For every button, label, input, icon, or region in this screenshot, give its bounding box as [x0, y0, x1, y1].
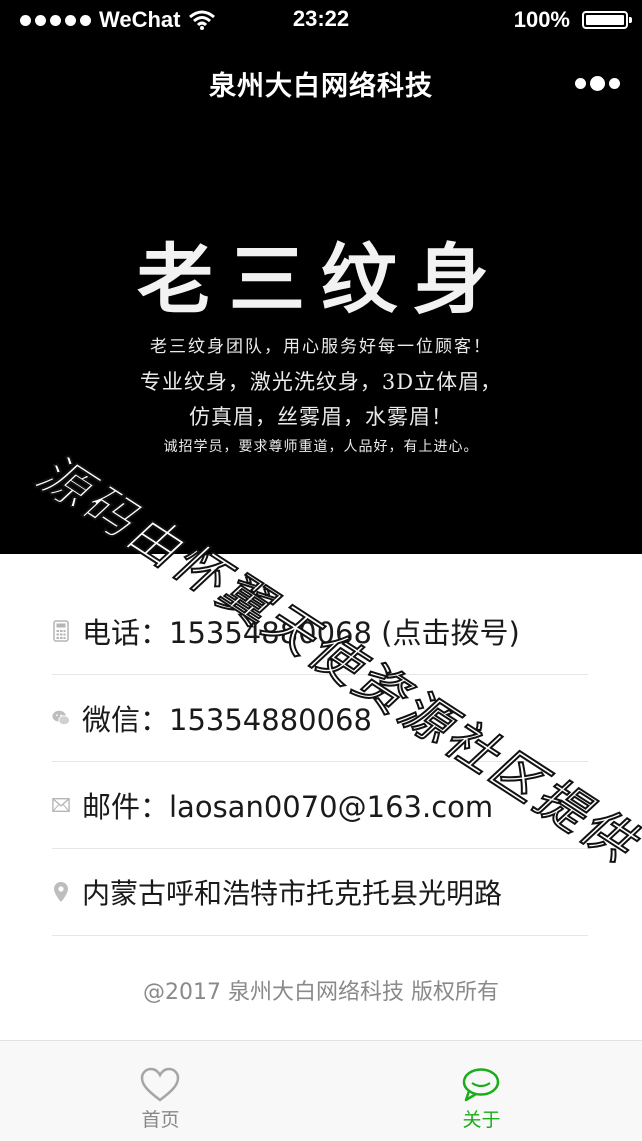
wechat-row[interactable]: 微信：15354880068	[52, 675, 588, 762]
banner-line: 专业纹身，激光洗纹身，3D立体眉，	[139, 370, 503, 394]
chat-bubble-icon	[462, 1068, 500, 1102]
tab-about[interactable]: 关于	[321, 1041, 642, 1141]
status-bar: WeChat 23:22 100%	[0, 0, 642, 40]
phone-text: 电话：15354880068 (点击拨号)	[82, 616, 520, 650]
calculator-icon	[52, 620, 70, 642]
contact-list: 电话：15354880068 (点击拨号) 微信：15354880068 邮件：…	[52, 588, 588, 936]
address-row[interactable]: 内蒙古呼和浩特市托克托县光明路	[52, 849, 588, 936]
copyright-text: @2017 泉州大白网络科技 版权所有	[143, 980, 499, 1005]
location-pin-icon	[52, 881, 70, 903]
navigation-bar: 泉州大白网络科技	[0, 40, 642, 126]
tab-about-label: 关于	[462, 1109, 501, 1131]
page-title: 泉州大白网络科技	[209, 71, 433, 102]
tab-home[interactable]: 首页	[0, 1041, 321, 1141]
status-right: 100%	[513, 6, 632, 34]
banner-line: 老三纹身团队，用心服务好每一位顾客！	[150, 337, 492, 357]
heart-icon	[140, 1067, 180, 1102]
banner-image: 老三纹身 老三纹身团队，用心服务好每一位顾客！ 专业纹身，激光洗纹身，3D立体眉…	[0, 126, 642, 554]
battery-icon	[582, 11, 632, 29]
banner-line: 仿真眉，丝雾眉，水雾眉！	[189, 405, 453, 429]
mail-icon	[52, 794, 70, 816]
phone-row[interactable]: 电话：15354880068 (点击拨号)	[52, 588, 588, 675]
wechat-text: 微信：15354880068	[82, 703, 372, 737]
wechat-icon	[52, 707, 70, 729]
tab-home-label: 首页	[141, 1109, 180, 1131]
email-row[interactable]: 邮件：laosan0070@163.com	[52, 762, 588, 849]
more-dots-icon[interactable]	[575, 76, 620, 91]
address-text: 内蒙古呼和浩特市托克托县光明路	[82, 877, 503, 910]
email-text: 邮件：laosan0070@163.com	[82, 790, 494, 824]
tab-bar: 首页 关于	[0, 1040, 642, 1141]
battery-percent: 100%	[513, 7, 570, 32]
banner-line: 诚招学员，要求尊师重道，人品好，有上进心。	[163, 439, 479, 455]
banner-title: 老三纹身	[137, 235, 505, 324]
